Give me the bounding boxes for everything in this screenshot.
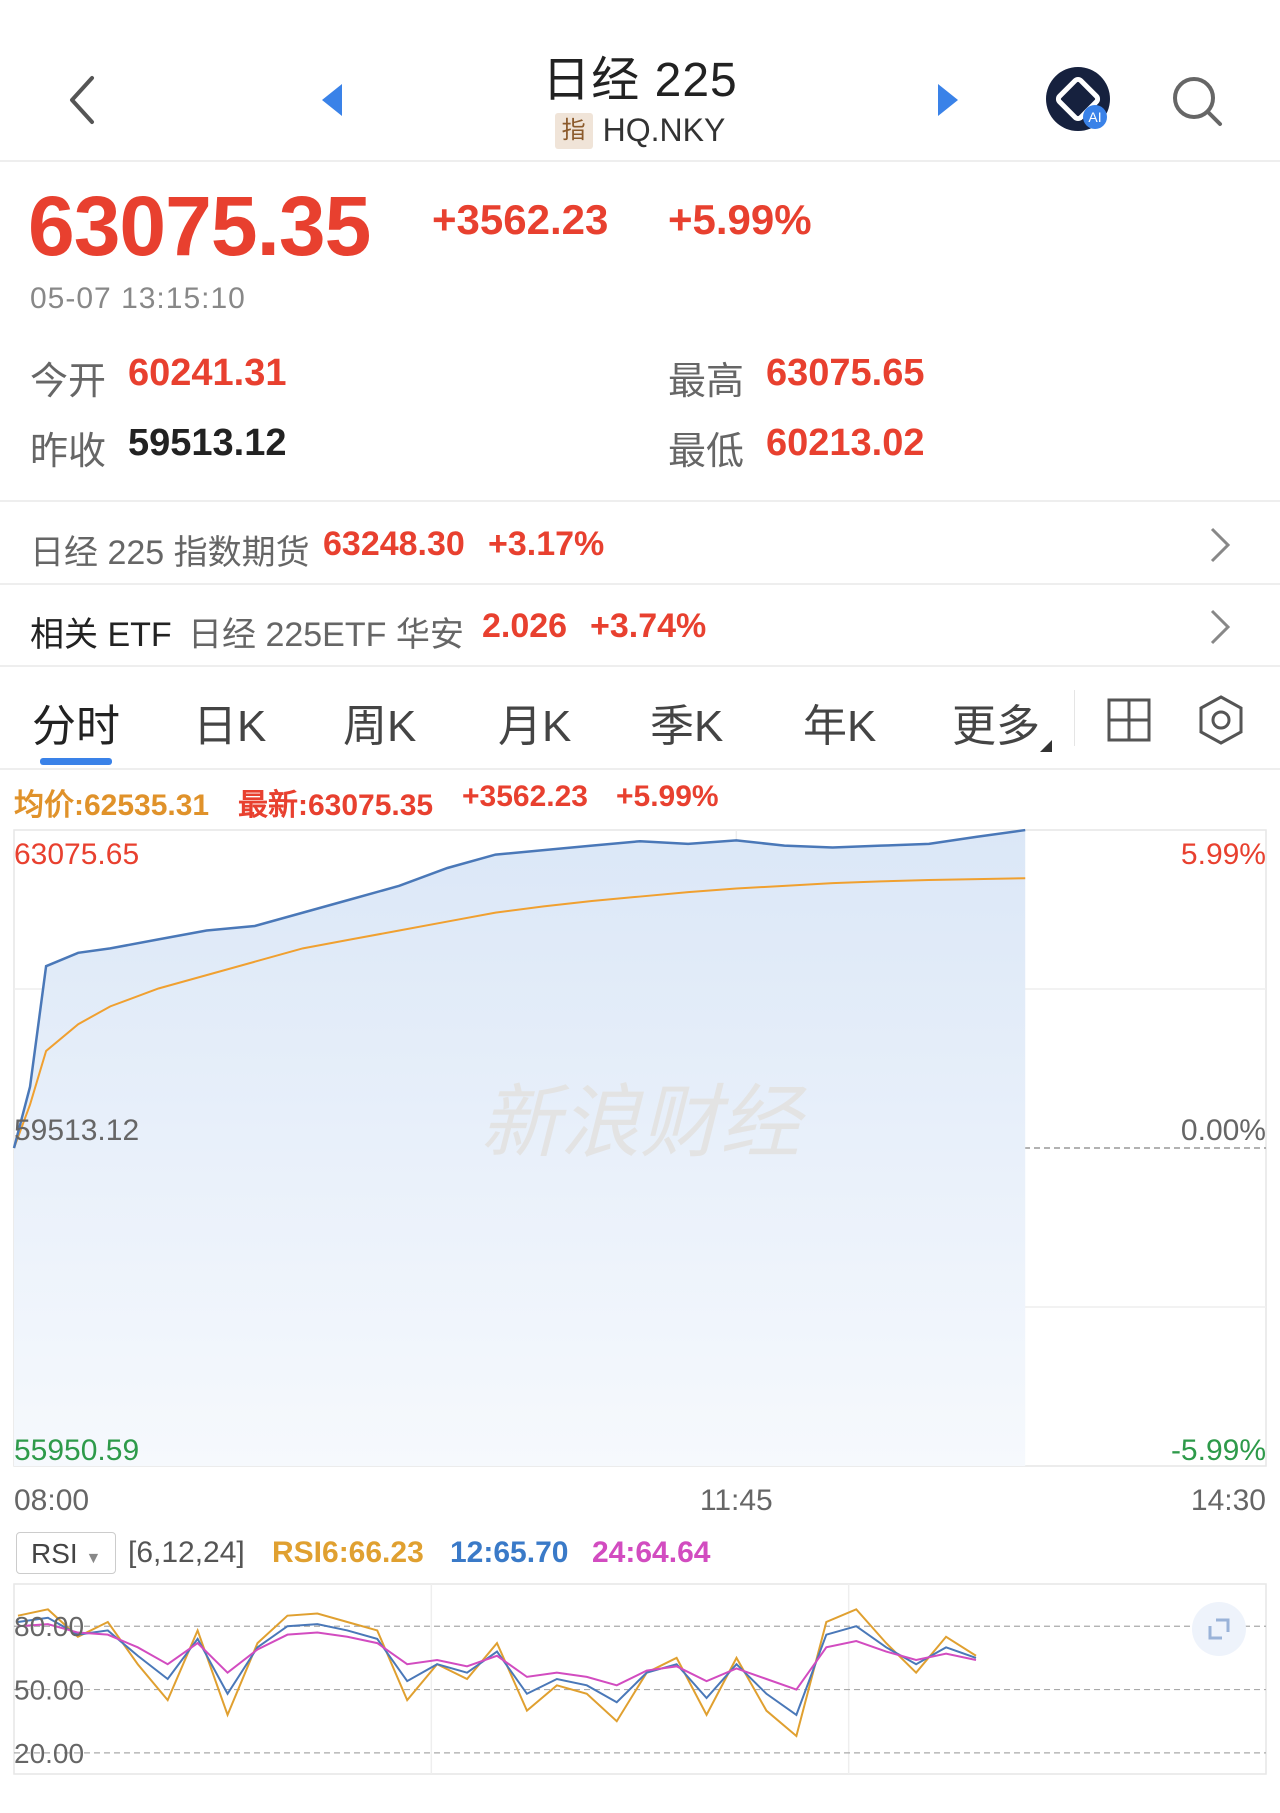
ai-label: AI	[1088, 109, 1101, 125]
futures-label: 日经 225 指数期货	[30, 534, 310, 572]
low-value: 60213.02	[766, 422, 925, 464]
y-axis-label: 63075.65	[14, 838, 139, 871]
divider	[0, 768, 1280, 770]
rsi-params: [6,12,24]	[128, 1536, 245, 1569]
tab-daily-k[interactable]: 日K	[193, 690, 266, 754]
etf-name: 日经 225ETF 华安	[188, 616, 464, 654]
divider	[0, 160, 1280, 162]
futures-change-pct: +3.17%	[488, 525, 605, 563]
prev-close-label: 昨收	[30, 431, 107, 473]
quote-timestamp: 05-07 13:15:10	[30, 282, 246, 315]
y-axis-pct-label: -5.99%	[1171, 1434, 1266, 1467]
divider	[0, 500, 1280, 502]
x-axis-label: 14:30	[1191, 1484, 1266, 1517]
expand-icon	[1208, 1618, 1230, 1640]
tab-yearly-k[interactable]: 年K	[803, 690, 876, 754]
open-label: 今开	[30, 361, 107, 403]
y-axis-label: 55950.59	[14, 1434, 139, 1467]
avg-price: 均价:62535.31	[14, 789, 210, 822]
y-axis-label: 59513.12	[14, 1114, 139, 1147]
next-index-icon[interactable]	[932, 80, 962, 120]
price-change-pct: +5.99%	[668, 196, 812, 243]
indicator-selector[interactable]: RSI ▼	[16, 1532, 116, 1574]
divider	[0, 665, 1280, 667]
current-price: 63075.35	[28, 179, 371, 273]
etf-row[interactable]: 相关 ETF 日经 225ETF 华安 2.026 +3.74%	[0, 585, 1280, 665]
open-value: 60241.31	[128, 352, 287, 394]
index-badge: 指	[554, 112, 593, 149]
rsi-line-RSI6	[17, 1608, 977, 1738]
x-axis-label: 08:00	[14, 1484, 89, 1517]
x-axis-label: 11:45	[700, 1484, 773, 1517]
rsi-axis-label: 80.00	[14, 1611, 84, 1642]
caret-down-icon: ▼	[85, 1550, 102, 1567]
tab-intraday[interactable]: 分时	[32, 690, 120, 754]
y-axis-pct-label: 0.00%	[1181, 1114, 1266, 1147]
rsi6-legend: RSI6:66.23	[272, 1536, 424, 1569]
indicator-name: RSI	[31, 1538, 78, 1569]
high-label: 最高	[668, 361, 745, 403]
grid-layout-icon[interactable]	[1105, 696, 1153, 744]
latest-price: 最新:63075.35	[238, 789, 434, 822]
latest-change: +3562.23	[462, 780, 588, 813]
settings-icon[interactable]	[1196, 694, 1246, 746]
latest-change-pct: +5.99%	[616, 780, 719, 813]
more-dropdown-icon	[1040, 740, 1052, 752]
low-label: 最低	[668, 431, 745, 473]
tab-more[interactable]: 更多	[952, 690, 1040, 754]
rsi-axis-label: 50.00	[14, 1675, 84, 1706]
futures-value: 63248.30	[323, 525, 465, 563]
price-change: +3562.23	[432, 196, 609, 243]
rsi12-legend: 12:65.70	[450, 1536, 569, 1569]
active-tab-indicator	[40, 758, 112, 765]
search-icon[interactable]	[1170, 74, 1224, 128]
rsi-line-12	[17, 1616, 977, 1717]
tab-weekly-k[interactable]: 周K	[343, 690, 416, 754]
etf-change-pct: +3.74%	[590, 607, 707, 645]
rsi-chart[interactable]: 80.00 50.00 20.00	[0, 1578, 1280, 1778]
etf-label: 相关 ETF	[30, 616, 172, 654]
prev-close-value: 59513.12	[128, 422, 287, 464]
rsi-axis-label: 20.00	[14, 1738, 84, 1769]
tab-monthly-k[interactable]: 月K	[498, 690, 571, 754]
tab-quarterly-k[interactable]: 季K	[650, 690, 723, 754]
etf-value: 2.026	[482, 607, 568, 645]
chevron-right-icon	[1210, 527, 1231, 563]
chevron-right-icon	[1210, 609, 1231, 645]
y-axis-pct-label: 5.99%	[1181, 838, 1266, 871]
futures-row[interactable]: 日经 225 指数期货 63248.30 +3.17%	[0, 503, 1280, 583]
divider	[1074, 690, 1075, 746]
symbol-code: HQ.NKY	[602, 112, 726, 149]
ai-assistant-icon[interactable]: AI	[1045, 66, 1111, 132]
watermark: 新浪财经	[480, 1078, 807, 1167]
high-value: 63075.65	[766, 352, 925, 394]
rsi24-legend: 24:64.64	[592, 1536, 711, 1569]
intraday-chart[interactable]: 新浪财经 63075.65 59513.12 55950.59 5.99% 0.00% -…	[0, 820, 1280, 1520]
expand-chart-button[interactable]	[1192, 1602, 1246, 1656]
